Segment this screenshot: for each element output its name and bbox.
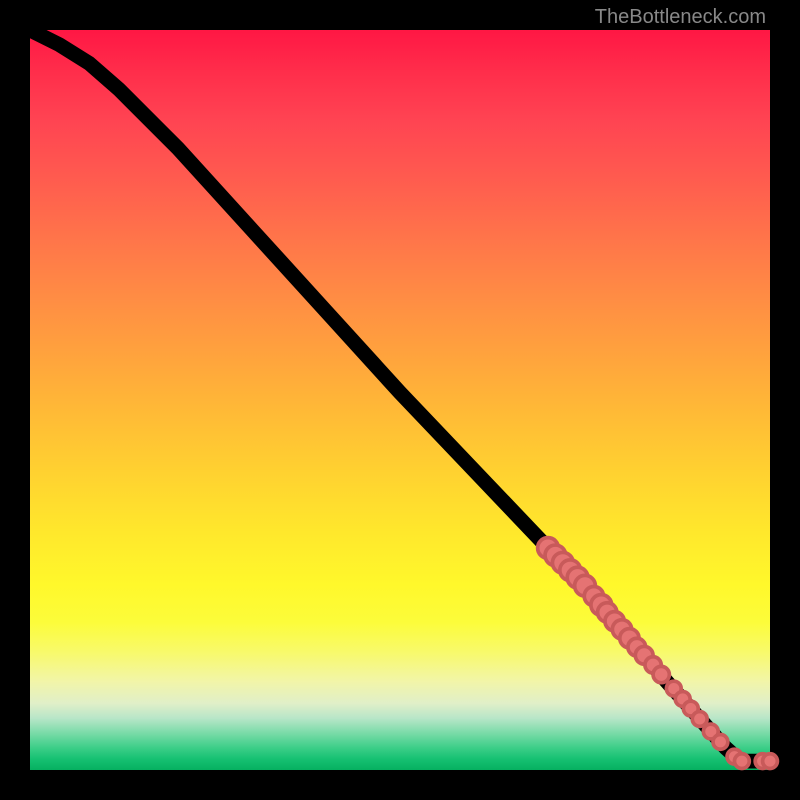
chart-marker xyxy=(713,734,728,749)
chart-overlay xyxy=(30,30,770,770)
chart-marker xyxy=(653,666,669,682)
chart-plot-area xyxy=(30,30,770,770)
chart-curve xyxy=(30,30,770,761)
chart-marker xyxy=(734,754,749,769)
attribution-label: TheBottleneck.com xyxy=(595,6,766,29)
chart-marker xyxy=(692,712,707,727)
chart-markers xyxy=(538,538,778,769)
chart-marker xyxy=(763,754,778,769)
